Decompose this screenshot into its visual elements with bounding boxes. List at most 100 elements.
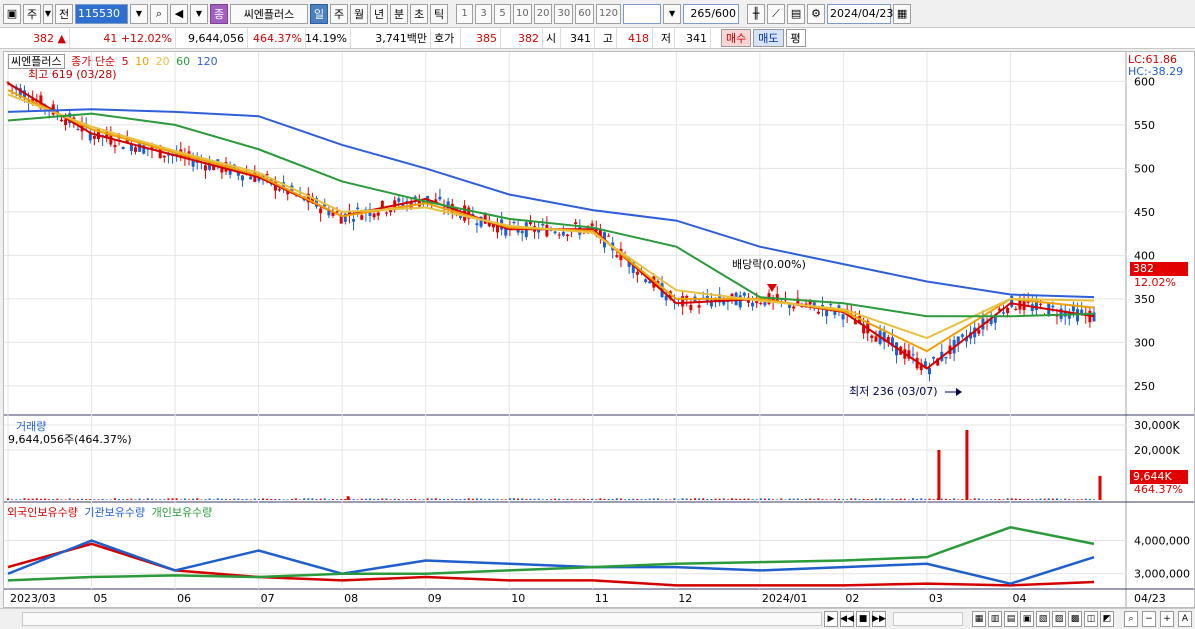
layout-icon-8[interactable]: ◫ [1084,611,1098,627]
forward-icon[interactable]: ▶▶ [872,611,886,627]
gear-icon[interactable]: ⚙ [807,3,826,24]
interval-5[interactable]: 5 [494,3,511,24]
layout-icon-2[interactable]: ▥ [988,611,1002,627]
period-month[interactable]: 월 [350,3,368,24]
stop-icon[interactable]: ■ [856,611,870,627]
avg-button[interactable]: 평 [785,29,806,47]
current-price: 382 ▲ [0,28,70,48]
scroll-right-icon[interactable]: ▶ [824,611,838,627]
arrow-icon[interactable]: ▼ [190,3,208,24]
volume-bar [702,498,705,500]
save-icon[interactable]: ▤ [787,3,806,24]
layout-icon-3[interactable]: ▤ [1004,611,1018,627]
candle-body [932,356,936,359]
layout-icon-4[interactable]: ▣ [1020,611,1034,627]
layout-icon-9[interactable]: ◩ [1100,611,1114,627]
layout-icon-7[interactable]: ▩ [1068,611,1082,627]
zoom-in-icon[interactable]: + [1160,611,1174,627]
volume-bar [48,499,51,500]
candle-body [825,310,829,317]
volume-bar [541,499,544,500]
zoom-out-icon[interactable]: − [1142,611,1156,627]
candle-body [541,224,545,226]
code-input[interactable]: 115530 [75,3,128,24]
candle-body [475,223,479,226]
interval-120[interactable]: 120 [595,3,622,24]
candle-body [635,271,639,275]
volume-bars [7,430,1102,500]
volume-bar [23,498,26,500]
volume-bar [566,498,569,500]
text-tool-icon[interactable]: A [1178,611,1192,627]
volume-bar [455,499,458,500]
x-tick-label: 09 [428,592,442,605]
volume-bar [998,499,1001,500]
interval-1[interactable]: 1 [456,3,473,24]
interval-10[interactable]: 10 [513,3,532,24]
period-year[interactable]: 년 [370,3,388,24]
interval-30[interactable]: 30 [554,3,574,24]
interval-60[interactable]: 60 [575,3,594,24]
sell-button[interactable]: 매도 [753,29,784,47]
interval-20[interactable]: 20 [533,3,553,24]
volume-bar [344,498,347,500]
period-minute[interactable]: 분 [390,3,408,24]
calendar-icon[interactable]: ▦ [893,3,912,24]
interval-dropdown-icon[interactable]: ▼ [663,3,682,24]
chevron-down-icon[interactable]: ▼ [43,3,53,24]
period-second[interactable]: 초 [410,3,428,24]
period-day[interactable]: 일 [310,3,328,24]
candle-body [59,119,63,122]
holding-lines [7,525,1095,587]
candle-icon[interactable]: ╫ [747,3,766,24]
volume-bar [414,498,417,500]
zoom-icon[interactable]: ⌕ [1124,611,1138,627]
search-icon[interactable]: ⌕ [150,3,168,24]
period-tick[interactable]: 틱 [430,3,448,24]
code-dropdown-icon[interactable]: ▼ [130,3,148,24]
layout-icon-6[interactable]: ▨ [1052,611,1066,627]
volume-bar [467,498,470,500]
volume-bar [632,498,635,500]
volume-bar [1031,499,1034,500]
volume-bar [105,499,108,500]
volume-bar [673,498,676,500]
count-input[interactable]: 265/600 [683,3,740,24]
buy-button[interactable]: 매수 [721,29,752,47]
layout-icon-5[interactable]: ▧ [1036,611,1050,627]
volume-bar [722,498,725,500]
type-select[interactable]: 주 [23,3,41,24]
horizontal-scrollbar[interactable] [22,612,822,626]
period-week[interactable]: 주 [330,3,348,24]
candle-body [816,311,820,314]
volume-bar [800,499,803,500]
candle-body [697,305,701,308]
zoom-slider[interactable] [893,612,963,626]
interval-3[interactable]: 3 [475,3,492,24]
candle-body [356,207,360,210]
window-icon[interactable]: ▣ [3,3,21,24]
volume-bar [1064,498,1067,500]
line-tool-icon[interactable]: ⟋ [767,3,786,24]
volume-bar [183,498,186,500]
volume-bar [249,499,252,500]
volume-bar [282,499,285,500]
chart-area[interactable]: 600 550 500 450 400 350 300 250 2023/03 05 06 07 08 0… [3,51,1195,608]
chart-svg: 6005505004504003503002502023/03 05 06 07 08 0… [4,52,1194,607]
candle-body [574,222,578,224]
date-input[interactable]: 2024/04/23 [827,3,893,24]
volume-bar [257,499,260,500]
volume-bar [397,499,400,500]
volume-bar [11,499,14,500]
interval-custom[interactable] [623,3,662,24]
x-right-label: 04/23 [1134,592,1166,605]
bottom-bar: ▶ ◀◀ ■ ▶▶ ▦ ▥ ▤ ▣ ▧ ▨ ▩ ◫ ◩ ⌕ − + A [0,608,1195,629]
layout-icon-1[interactable]: ▦ [972,611,986,627]
candle-body [360,215,364,220]
speaker-icon[interactable]: ◀ [170,3,188,24]
volume-bar [356,499,359,500]
volume-bar [340,499,343,500]
rewind-icon[interactable]: ◀◀ [840,611,854,627]
candle-body [759,303,763,305]
all-button[interactable]: 전 [55,3,73,24]
